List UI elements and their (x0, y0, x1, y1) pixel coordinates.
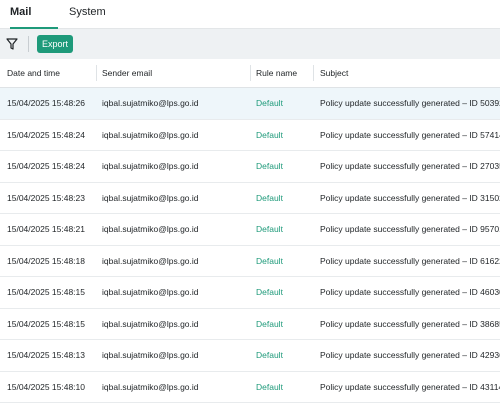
table-row[interactable]: 15/04/2025 15:48:13iqbal.sujatmiko@lps.g… (0, 340, 500, 372)
cell-date: 15/04/2025 15:48:24 (7, 151, 95, 182)
cell-subject: Policy update successfully generated – I… (320, 214, 500, 245)
cell-sender-email: iqbal.sujatmiko@lps.go.id (102, 246, 247, 277)
cell-subject: Policy update successfully generated – I… (320, 309, 500, 340)
cell-sender-email: iqbal.sujatmiko@lps.go.id (102, 372, 247, 403)
cell-date: 15/04/2025 15:48:24 (7, 120, 95, 151)
toolbar: Export (0, 29, 500, 59)
column-divider[interactable] (313, 65, 314, 81)
cell-rule-link[interactable]: Default (256, 372, 312, 403)
table-row[interactable]: 15/04/2025 15:48:24iqbal.sujatmiko@lps.g… (0, 151, 500, 183)
cell-sender-email: iqbal.sujatmiko@lps.go.id (102, 214, 247, 245)
cell-date: 15/04/2025 15:48:15 (7, 309, 95, 340)
cell-date: 15/04/2025 15:48:23 (7, 183, 95, 214)
cell-rule-link[interactable]: Default (256, 309, 312, 340)
cell-sender-email: iqbal.sujatmiko@lps.go.id (102, 183, 247, 214)
cell-subject: Policy update successfully generated – I… (320, 120, 500, 151)
tab-mail-traffic[interactable]: Mail traffic (10, 0, 58, 29)
cell-rule-link[interactable]: Default (256, 183, 312, 214)
cell-subject: Policy update successfully generated – I… (320, 246, 500, 277)
cell-sender-email: iqbal.sujatmiko@lps.go.id (102, 88, 247, 119)
cell-sender-email: iqbal.sujatmiko@lps.go.id (102, 340, 247, 371)
cell-date: 15/04/2025 15:48:15 (7, 277, 95, 308)
cell-sender-email: iqbal.sujatmiko@lps.go.id (102, 277, 247, 308)
cell-subject: Policy update successfully generated – I… (320, 372, 500, 403)
export-button[interactable]: Export (37, 35, 73, 53)
column-divider[interactable] (250, 65, 251, 81)
table-row[interactable]: 15/04/2025 15:48:26iqbal.sujatmiko@lps.g… (0, 88, 500, 120)
mail-traffic-table: Date and time Sender email Rule name Sub… (0, 59, 500, 403)
table-row[interactable]: 15/04/2025 15:48:10iqbal.sujatmiko@lps.g… (0, 372, 500, 403)
cell-rule-link[interactable]: Default (256, 88, 312, 119)
cell-rule-link[interactable]: Default (256, 120, 312, 151)
cell-date: 15/04/2025 15:48:13 (7, 340, 95, 371)
cell-rule-link[interactable]: Default (256, 340, 312, 371)
table-header: Date and time Sender email Rule name Sub… (0, 59, 500, 88)
tab-system[interactable]: System (69, 0, 102, 27)
cell-date: 15/04/2025 15:48:21 (7, 214, 95, 245)
cell-date: 15/04/2025 15:48:26 (7, 88, 95, 119)
table-body: 15/04/2025 15:48:26iqbal.sujatmiko@lps.g… (0, 88, 500, 403)
cell-subject: Policy update successfully generated – I… (320, 183, 500, 214)
column-header-subject[interactable]: Subject (320, 59, 348, 87)
cell-sender-email: iqbal.sujatmiko@lps.go.id (102, 309, 247, 340)
cell-rule-link[interactable]: Default (256, 277, 312, 308)
table-row[interactable]: 15/04/2025 15:48:23iqbal.sujatmiko@lps.g… (0, 183, 500, 215)
cell-rule-link[interactable]: Default (256, 214, 312, 245)
cell-rule-link[interactable]: Default (256, 151, 312, 182)
cell-subject: Policy update successfully generated – I… (320, 88, 500, 119)
filter-icon[interactable] (6, 37, 18, 51)
cell-rule-link[interactable]: Default (256, 246, 312, 277)
cell-subject: Policy update successfully generated – I… (320, 340, 500, 371)
column-header-sender[interactable]: Sender email (102, 59, 152, 87)
toolbar-divider (28, 36, 29, 52)
cell-subject: Policy update successfully generated – I… (320, 151, 500, 182)
cell-sender-email: iqbal.sujatmiko@lps.go.id (102, 151, 247, 182)
column-divider[interactable] (96, 65, 97, 81)
table-row[interactable]: 15/04/2025 15:48:21iqbal.sujatmiko@lps.g… (0, 214, 500, 246)
cell-date: 15/04/2025 15:48:18 (7, 246, 95, 277)
table-row[interactable]: 15/04/2025 15:48:15iqbal.sujatmiko@lps.g… (0, 309, 500, 341)
table-row[interactable]: 15/04/2025 15:48:18iqbal.sujatmiko@lps.g… (0, 246, 500, 278)
column-header-rule[interactable]: Rule name (256, 59, 297, 87)
column-header-date[interactable]: Date and time (7, 59, 60, 87)
tab-bar: Mail traffic System (0, 0, 500, 29)
table-row[interactable]: 15/04/2025 15:48:15iqbal.sujatmiko@lps.g… (0, 277, 500, 309)
cell-subject: Policy update successfully generated – I… (320, 277, 500, 308)
cell-sender-email: iqbal.sujatmiko@lps.go.id (102, 120, 247, 151)
cell-date: 15/04/2025 15:48:10 (7, 372, 95, 403)
table-row[interactable]: 15/04/2025 15:48:24iqbal.sujatmiko@lps.g… (0, 120, 500, 152)
